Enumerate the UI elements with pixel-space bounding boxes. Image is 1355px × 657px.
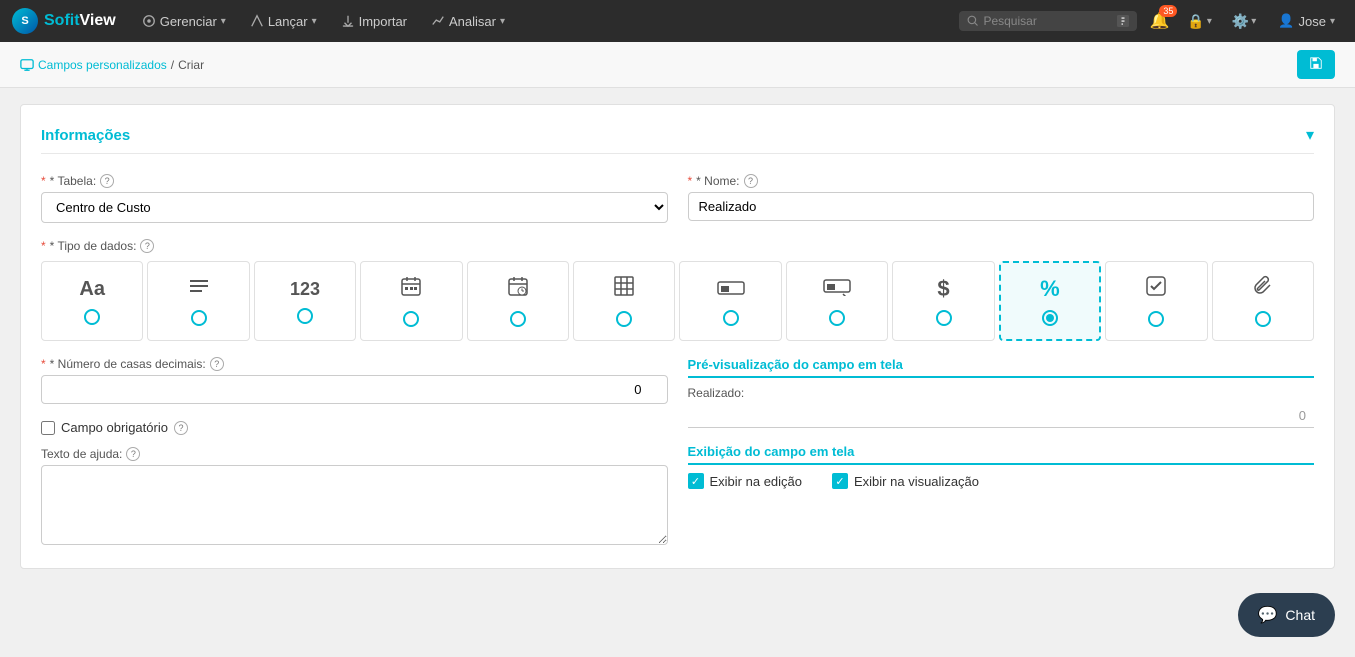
tipo-dados-label: * * Tipo de dados: ? <box>41 239 1314 253</box>
breadcrumb-parent[interactable]: Campos personalizados <box>38 58 167 72</box>
nav-analisar[interactable]: Analisar ▾ <box>421 0 515 42</box>
nav-lancar[interactable]: Lançar ▾ <box>240 0 327 42</box>
data-type-attachment[interactable] <box>1212 261 1314 341</box>
exibir-edicao-label: Exibir na edição <box>710 474 803 489</box>
notifications-badge: 35 <box>1159 5 1177 17</box>
nome-help-icon[interactable]: ? <box>744 174 758 188</box>
data-types-grid: Aa 123 <box>41 261 1314 341</box>
tabela-group: * * Tabela: ? Centro de CustoProjetosCli… <box>41 174 668 223</box>
topnav-right: 🔔 35 🔒▾ ⚙️▾ 👤 Jose ▾ <box>959 7 1343 35</box>
exibir-edicao-check[interactable]: ✓ Exibir na edição <box>688 473 803 489</box>
decimal-input[interactable]: 0 <box>41 375 668 404</box>
preview-title: Pré-visualização do campo em tela <box>688 357 1315 378</box>
data-type-multiline[interactable] <box>147 261 249 341</box>
data-type-datetime[interactable] <box>467 261 569 341</box>
nav-gerenciar[interactable]: Gerenciar ▾ <box>132 0 236 42</box>
nome-label: * * Nome: ? <box>688 174 1315 188</box>
left-col: * * Número de casas decimais: ? 0 Campo … <box>41 357 668 548</box>
collapse-icon[interactable]: ▾ <box>1306 125 1314 145</box>
settings-button[interactable]: ⚙️▾ <box>1226 9 1262 34</box>
top-navigation: S SofitView Gerenciar ▾ Lançar ▾ Importa… <box>0 0 1355 42</box>
preview-input[interactable]: 0 <box>688 404 1315 428</box>
breadcrumb-current: Criar <box>178 58 204 72</box>
campo-obrigatorio-label: Campo obrigatório <box>61 420 168 435</box>
campo-obrigatorio-checkbox[interactable] <box>41 421 55 435</box>
chat-label: Chat <box>1285 607 1315 623</box>
main-content: Informações ▾ * * Tabela: ? Centro de Cu… <box>0 88 1355 585</box>
data-type-text[interactable]: Aa <box>41 261 143 341</box>
data-type-grid[interactable] <box>573 261 675 341</box>
exibir-visualizacao-checkbox[interactable]: ✓ <box>832 473 848 489</box>
texto-ajuda-label: Texto de ajuda: ? <box>41 447 668 461</box>
data-type-currency[interactable]: $ <box>892 261 994 341</box>
display-checks: ✓ Exibir na edição ✓ Exibir na visualiza… <box>688 473 1315 489</box>
tabela-nome-row: * * Tabela: ? Centro de CustoProjetosCli… <box>41 174 1314 223</box>
breadcrumb-separator: / <box>171 58 174 72</box>
save-icon <box>1309 56 1323 70</box>
decimal-row: * * Número de casas decimais: ? 0 <box>41 357 668 404</box>
search-box[interactable] <box>959 11 1137 31</box>
nav-importar[interactable]: Importar <box>331 0 417 42</box>
tipo-dados-help-icon[interactable]: ? <box>140 239 154 253</box>
data-type-bar1[interactable] <box>679 261 781 341</box>
exibir-visualizacao-label: Exibir na visualização <box>854 474 979 489</box>
data-type-number[interactable]: 123 <box>254 261 356 341</box>
nome-group: * * Nome: ? Realizado <box>688 174 1315 223</box>
notifications-button[interactable]: 🔔 35 <box>1145 7 1173 35</box>
save-button[interactable] <box>1297 50 1335 79</box>
app-logo[interactable]: S SofitView <box>12 8 116 34</box>
nome-input[interactable]: Realizado <box>688 192 1315 221</box>
exibir-visualizacao-check[interactable]: ✓ Exibir na visualização <box>832 473 979 489</box>
preview-field-label: Realizado: <box>688 386 1315 400</box>
screen-icon <box>20 58 34 72</box>
card-title: Informações <box>41 127 130 144</box>
display-section: Exibição do campo em tela ✓ Exibir na ed… <box>688 444 1315 489</box>
campo-obrigatorio-row: Campo obrigatório ? <box>41 420 668 435</box>
texto-ajuda-textarea[interactable] <box>41 465 668 545</box>
preview-section: Pré-visualização do campo em tela Realiz… <box>688 357 1315 428</box>
tabela-label: * * Tabela: ? <box>41 174 668 188</box>
texto-ajuda-help-icon[interactable]: ? <box>126 447 140 461</box>
data-type-date[interactable] <box>360 261 462 341</box>
search-input[interactable] <box>983 14 1113 28</box>
lock-button[interactable]: 🔒▾ <box>1181 9 1217 34</box>
right-col: Pré-visualização do campo em tela Realiz… <box>688 357 1315 548</box>
card-header: Informações ▾ <box>41 125 1314 154</box>
display-title: Exibição do campo em tela <box>688 444 1315 465</box>
data-type-percent[interactable]: % <box>999 261 1101 341</box>
data-type-bar2[interactable] <box>786 261 888 341</box>
user-menu[interactable]: 👤 Jose ▾ <box>1270 9 1343 33</box>
decimal-help-icon[interactable]: ? <box>210 357 224 371</box>
texto-ajuda-group: Texto de ajuda: ? <box>41 447 668 548</box>
search-submit-icon[interactable] <box>1117 15 1129 27</box>
chat-button[interactable]: 💬 Chat <box>1238 593 1336 637</box>
informacoes-card: Informações ▾ * * Tabela: ? Centro de Cu… <box>20 104 1335 569</box>
tabela-select[interactable]: Centro de CustoProjetosClientes <box>41 192 668 223</box>
data-type-checkbox[interactable] <box>1105 261 1207 341</box>
search-icon <box>967 15 979 27</box>
campo-obrigatorio-help-icon[interactable]: ? <box>174 421 188 435</box>
exibir-edicao-checkbox[interactable]: ✓ <box>688 473 704 489</box>
bottom-row: * * Número de casas decimais: ? 0 Campo … <box>41 357 1314 548</box>
logo-text: SofitView <box>44 12 116 30</box>
decimal-label: * * Número de casas decimais: ? <box>41 357 668 371</box>
breadcrumb-bar: Campos personalizados / Criar <box>0 42 1355 88</box>
breadcrumb: Campos personalizados / Criar <box>20 58 204 72</box>
chat-icon: 💬 <box>1258 605 1278 625</box>
logo-icon: S <box>12 8 38 34</box>
tabela-help-icon[interactable]: ? <box>100 174 114 188</box>
